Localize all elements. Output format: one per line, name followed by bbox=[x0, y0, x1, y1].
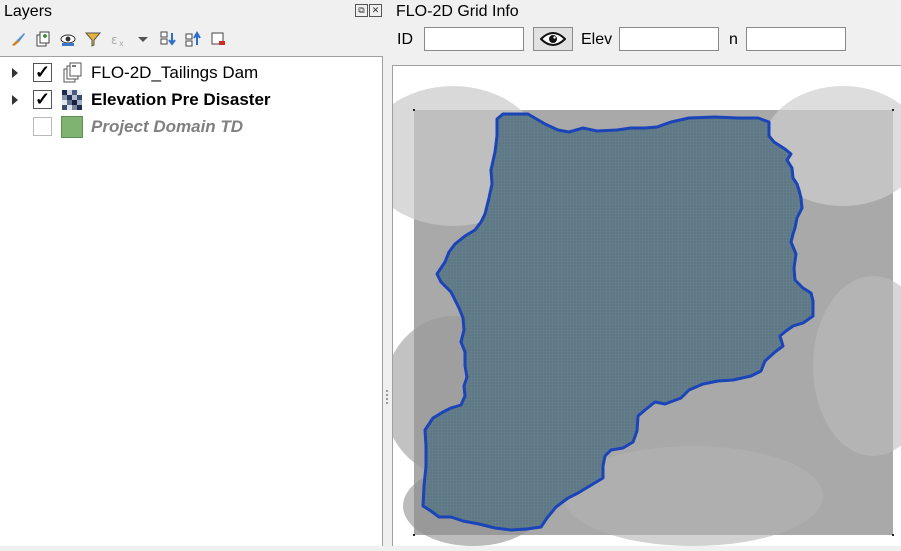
layer-row-elevation-pre-disaster[interactable]: ✓ Elevation Pre Disaster bbox=[0, 86, 380, 113]
layer-row-project-domain-td[interactable]: Project Domain TD bbox=[0, 113, 380, 140]
layer-label: Elevation Pre Disaster bbox=[91, 89, 271, 109]
n-label: n bbox=[729, 31, 738, 48]
collapse-all-icon[interactable] bbox=[183, 30, 202, 49]
expand-arrow-icon[interactable] bbox=[9, 94, 21, 106]
map-canvas[interactable] bbox=[363, 65, 901, 546]
map-view[interactable] bbox=[363, 66, 901, 546]
polygon-layer-icon bbox=[61, 115, 83, 138]
layer-visibility-checkbox[interactable]: ✓ bbox=[33, 90, 52, 109]
svg-text:ε: ε bbox=[111, 33, 118, 47]
style-paintbrush-icon[interactable] bbox=[8, 30, 27, 49]
layer-row-flo2d-tailings-dam[interactable]: ✓ FLO-2D_Tailings Dam bbox=[0, 59, 380, 86]
layers-panel-title: Layers bbox=[4, 3, 53, 20]
splitter-handle[interactable] bbox=[386, 390, 391, 404]
panel-splitter[interactable] bbox=[384, 0, 392, 545]
n-field[interactable] bbox=[746, 27, 846, 51]
layers-panel: Layers ⧉ ✕ εx ✓ FLO-2D_Tailings Dam ✓ El… bbox=[0, 0, 384, 546]
grid-info-title: FLO-2D Grid Info bbox=[396, 3, 519, 20]
visibility-eye-icon[interactable] bbox=[58, 30, 77, 49]
raster-layer-icon bbox=[61, 89, 83, 111]
layer-label: FLO-2D_Tailings Dam bbox=[91, 62, 259, 82]
eye-button[interactable] bbox=[533, 27, 573, 51]
layer-visibility-checkbox[interactable]: ✓ bbox=[33, 63, 52, 82]
layer-tree: ✓ FLO-2D_Tailings Dam ✓ Elevation Pre Di… bbox=[0, 56, 383, 546]
panel-float-button[interactable]: ⧉ bbox=[355, 4, 368, 17]
layer-group-icon bbox=[61, 62, 83, 84]
eye-icon bbox=[540, 32, 566, 46]
layer-visibility-checkbox[interactable] bbox=[33, 117, 52, 136]
svg-text:x: x bbox=[119, 39, 124, 48]
id-label: ID bbox=[397, 31, 413, 48]
expand-arrow-icon[interactable] bbox=[9, 67, 21, 79]
remove-layer-icon[interactable] bbox=[208, 30, 227, 49]
dropdown-arrow-icon[interactable] bbox=[133, 30, 152, 49]
add-group-icon[interactable] bbox=[33, 30, 52, 49]
elev-label: Elev bbox=[581, 31, 613, 48]
layers-toolbar: εx bbox=[8, 27, 227, 51]
layer-label: Project Domain TD bbox=[91, 116, 244, 136]
filter-icon[interactable] bbox=[83, 30, 102, 49]
id-field[interactable] bbox=[424, 27, 524, 51]
expand-all-icon[interactable] bbox=[158, 30, 177, 49]
filter-expression-icon: εx bbox=[108, 30, 127, 49]
elev-field[interactable] bbox=[619, 27, 719, 51]
panel-close-button[interactable]: ✕ bbox=[369, 4, 382, 17]
